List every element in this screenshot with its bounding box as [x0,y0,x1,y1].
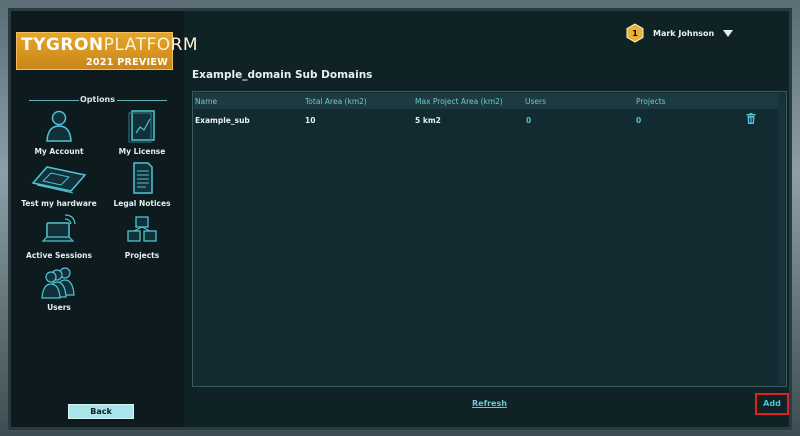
column-header-users[interactable]: Users [525,97,546,106]
nav-legal-notices[interactable]: Legal Notices [99,161,185,211]
nav-label-test-hardware: Test my hardware [21,199,97,208]
app-window: TYGRONPLATFORM 2021 PREVIEW Options My A… [8,8,792,430]
trash-icon[interactable] [746,113,756,124]
projects-icon [127,216,157,242]
column-header-total-area[interactable]: Total Area (km2) [305,97,367,106]
subdomains-table: Name Total Area (km2) Max Project Area (… [192,91,787,387]
table-scrollbar[interactable] [778,93,785,385]
sidebar: TYGRONPLATFORM 2021 PREVIEW Options My A… [11,11,198,427]
add-button[interactable]: Add [755,393,789,415]
cell-users[interactable]: 0 [526,116,531,125]
user-level-badge: 1 [625,23,645,43]
back-button[interactable]: Back [68,404,134,419]
nav-my-license[interactable]: My License [99,109,185,159]
options-divider-right [117,100,167,101]
license-icon [128,110,155,143]
tygron-logo: TYGRONPLATFORM 2021 PREVIEW [16,32,198,70]
nav-label-users: Users [47,303,71,312]
nav-label-legal-notices: Legal Notices [113,199,171,208]
nav-users[interactable]: Users [16,265,102,315]
column-header-max-project-area[interactable]: Max Project Area (km2) [415,97,503,106]
logo-subtitle: 2021 PREVIEW [86,57,168,68]
nav-projects[interactable]: Projects [99,213,185,263]
legal-notices-icon [133,162,153,194]
nav-label-projects: Projects [124,251,160,260]
table-header: Name Total Area (km2) Max Project Area (… [194,93,779,109]
sessions-icon [41,214,76,242]
logo-main-bold: TYGRON [21,35,104,55]
refresh-link[interactable]: Refresh [472,399,507,408]
hardware-icon [31,166,87,194]
account-icon [46,110,72,142]
caret-down-icon[interactable] [723,29,734,37]
logo-main-thin: PLATFORM [103,35,199,55]
user-menu[interactable]: 1 Mark Johnson [625,22,734,44]
nav-my-account[interactable]: My Account [16,109,102,159]
column-header-projects[interactable]: Projects [636,97,666,106]
nav-label-my-license: My License [118,147,166,156]
nav-label-active-sessions: Active Sessions [26,251,92,260]
nav-test-hardware[interactable]: Test my hardware [16,161,102,211]
user-level: 1 [632,28,638,38]
cell-name[interactable]: Example_sub [195,116,250,125]
cell-projects[interactable]: 0 [636,116,641,125]
cell-max-project-area[interactable]: 5 km2 [415,116,441,125]
nav-active-sessions[interactable]: Active Sessions [16,213,102,263]
cell-total-area[interactable]: 10 [305,116,315,125]
users-icon [41,267,75,299]
user-name: Mark Johnson [653,28,715,38]
column-header-name[interactable]: Name [195,97,217,106]
nav-label-my-account: My Account [34,147,84,156]
page-title: Example_domain Sub Domains [192,69,373,81]
